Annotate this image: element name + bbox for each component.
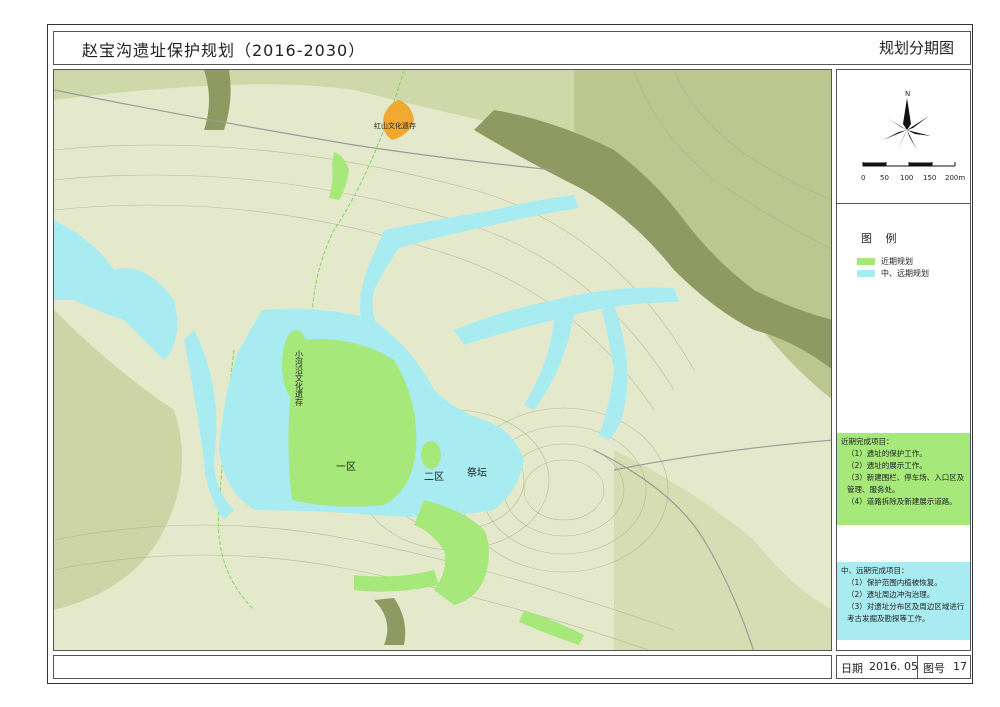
near-term-item: （1）遗址的保护工作。 xyxy=(847,449,927,458)
plan-title: 赵宝沟遗址保护规划（2016-2030） xyxy=(82,41,366,60)
near-term-box: 近期完成项目： （1）遗址的保护工作。 （2）遗址的展示工作。 （3）新建围栏、… xyxy=(837,433,970,525)
number-label: 图号 xyxy=(923,662,945,675)
side-panel: N 0 50 100 150 200m 图 例 近期规划 中、远期规划 近期完成… xyxy=(836,69,971,651)
plan-subtitle: 规划分期图 xyxy=(878,39,954,57)
scale-tick: 200m xyxy=(945,174,966,182)
scale-tick: 0 xyxy=(861,174,866,182)
mid-term-heading: 中、远期完成项目： xyxy=(841,566,909,575)
legend-label-mid: 中、远期规划 xyxy=(881,269,929,278)
compass-rose-icon xyxy=(862,98,956,167)
footer-divider xyxy=(917,656,918,678)
mid-term-item: （2）遗址周边冲沟治理。 xyxy=(847,590,935,599)
header-bar: 赵宝沟遗址保护规划（2016-2030） 规划分期图 xyxy=(53,31,971,65)
map-area[interactable]: 红山文化遗存 小河沿文化遗存 一区 二区 祭坛 xyxy=(53,69,832,651)
date-label: 日期 xyxy=(841,662,863,675)
side-divider xyxy=(837,203,970,204)
date-value: 2016. 05 xyxy=(869,660,918,673)
footer-right: 日期 2016. 05 图号 17 xyxy=(836,655,971,679)
near-term-item: （2）遗址的展示工作。 xyxy=(847,461,927,470)
legend-title: 图 例 xyxy=(861,232,902,245)
label-xiaoheyan: 小河沿文化遗存 xyxy=(295,350,304,406)
label-zone1: 一区 xyxy=(336,461,356,473)
label-altar: 祭坛 xyxy=(467,467,487,479)
near-term-heading: 近期完成项目： xyxy=(841,437,894,446)
mid-term-item: （3）对遗址分布区及周边区域进行考古发掘及勘探等工作。 xyxy=(847,602,965,623)
mid-term-item: （1）保护范围内植被恢复。 xyxy=(847,578,942,587)
map-svg: 红山文化遗存 小河沿文化遗存 一区 二区 祭坛 xyxy=(54,70,831,650)
label-zone2: 二区 xyxy=(424,471,444,483)
legend-item-mid: 中、远期规划 xyxy=(857,268,929,279)
scale-tick: 100 xyxy=(900,174,914,182)
scale-tick: 150 xyxy=(923,174,937,182)
label-hongshan: 红山文化遗存 xyxy=(374,121,416,130)
legend-swatch-mid xyxy=(857,270,875,277)
scale-bar xyxy=(862,162,956,167)
legend-item-near: 近期规划 xyxy=(857,256,913,267)
near-term-item: （3）新建围栏、停车场、入口区及管理、服务处。 xyxy=(847,473,965,494)
number-value: 17 xyxy=(953,660,967,673)
mid-term-box: 中、远期完成项目： （1）保护范围内植被恢复。 （2）遗址周边冲沟治理。 （3）… xyxy=(837,562,970,640)
legend-swatch-near xyxy=(857,258,875,265)
legend-label-near: 近期规划 xyxy=(881,257,913,266)
footer-left xyxy=(53,655,832,679)
near-term-item: （4）道路拆除及新建展示道路。 xyxy=(847,497,957,506)
scale-tick: 50 xyxy=(880,174,889,182)
